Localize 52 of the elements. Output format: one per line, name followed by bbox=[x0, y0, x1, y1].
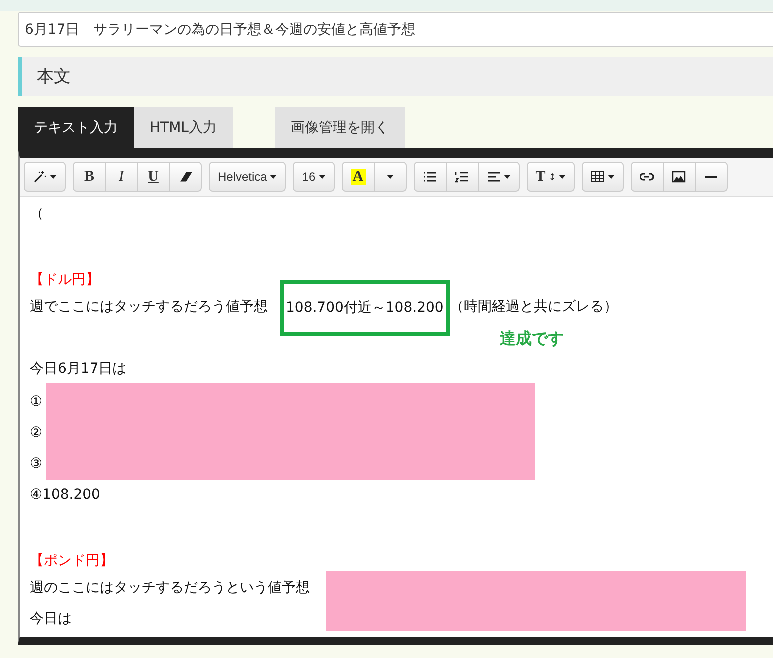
body-text: ④108.200 bbox=[30, 486, 102, 505]
section-heading: 本文 bbox=[18, 57, 773, 96]
image-icon bbox=[672, 170, 686, 184]
currency-heading: 【ポンド円】 bbox=[30, 552, 115, 571]
image-manager-button[interactable]: 画像管理を開く bbox=[274, 107, 405, 148]
highlight-letter: A bbox=[350, 169, 366, 185]
bulleted-list-icon bbox=[423, 170, 438, 184]
dropdown-button[interactable]: 16 bbox=[293, 162, 335, 192]
text-color-button[interactable]: A bbox=[342, 162, 375, 192]
bold-button[interactable]: B bbox=[73, 162, 106, 192]
eraser-icon bbox=[178, 170, 192, 184]
body-text: 今日は bbox=[30, 610, 73, 629]
align-icon bbox=[486, 170, 501, 184]
caret-icon bbox=[50, 175, 57, 179]
editor-tab[interactable]: HTML入力 bbox=[134, 107, 233, 148]
toolbar-button[interactable] bbox=[630, 162, 664, 192]
text-size-button[interactable]: T bbox=[526, 162, 575, 192]
achieved-note: 達成です bbox=[500, 328, 564, 350]
caret-icon bbox=[318, 175, 326, 179]
toolbar-button[interactable] bbox=[446, 162, 479, 192]
caret-icon bbox=[558, 175, 566, 179]
toolbar-button[interactable] bbox=[478, 162, 520, 192]
numbered-list-icon bbox=[455, 170, 470, 184]
body-text: 週でここにはタッチするだろう値予想 bbox=[30, 298, 268, 317]
list-number: ① bbox=[30, 393, 44, 412]
underline-button[interactable]: U bbox=[137, 162, 170, 192]
body-text: 週のここにはタッチするだろうという値予想 bbox=[30, 579, 310, 598]
caret-icon bbox=[386, 175, 394, 179]
toolbar-button[interactable] bbox=[24, 162, 66, 192]
color-menu-button[interactable] bbox=[374, 162, 407, 192]
editor-tab[interactable]: テキスト入力 bbox=[18, 107, 134, 148]
body-text: （ bbox=[30, 205, 45, 224]
body-text: （時間経過と共にズレる） bbox=[450, 298, 618, 317]
caret-icon bbox=[504, 175, 511, 179]
highlighted-range: 108.700付近～108.200 bbox=[280, 280, 450, 336]
toolbar-button[interactable] bbox=[414, 162, 447, 192]
body-text: 今日6月17日は bbox=[30, 360, 128, 379]
list-number: ③ bbox=[30, 455, 44, 474]
toolbar-button[interactable] bbox=[694, 162, 728, 192]
link-icon bbox=[640, 170, 654, 184]
magic-wand-icon bbox=[33, 170, 47, 184]
list-number: ② bbox=[30, 424, 44, 443]
currency-heading: 【ドル円】 bbox=[30, 271, 101, 290]
caret-icon bbox=[608, 175, 615, 179]
dropdown-button[interactable]: Helvetica bbox=[209, 162, 286, 192]
toolbar-button[interactable] bbox=[169, 162, 202, 192]
toolbar-button[interactable] bbox=[582, 162, 624, 192]
title-field[interactable]: 6月17日 サラリーマンの為の日予想＆今週の安値と高値予想 bbox=[18, 12, 773, 47]
toolbar-button[interactable] bbox=[662, 162, 696, 192]
italic-button[interactable]: I bbox=[105, 162, 138, 192]
caret-icon bbox=[270, 175, 278, 179]
table-icon bbox=[590, 170, 605, 184]
